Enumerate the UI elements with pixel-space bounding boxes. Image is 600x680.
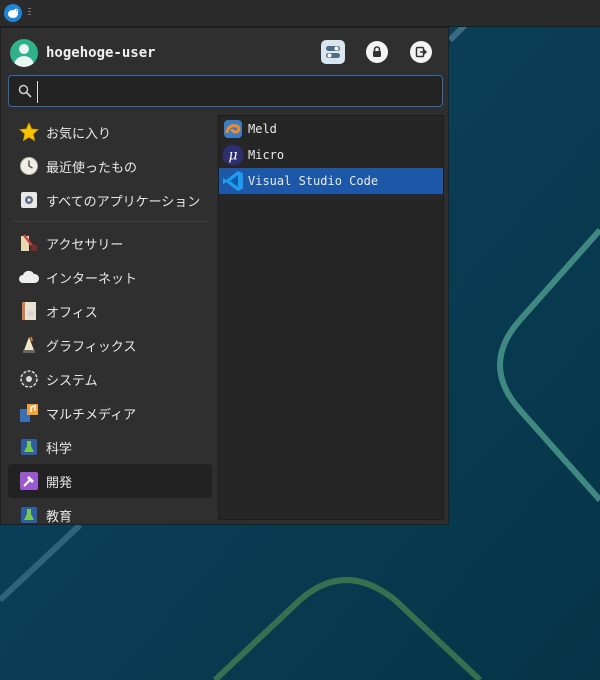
category-label: 科学: [46, 441, 73, 457]
office-icon: [18, 300, 40, 322]
category-all-applications[interactable]: すべてのアプリケーション: [8, 183, 212, 217]
category-label: 最近使ったもの: [46, 160, 138, 176]
category-label: 教育: [46, 509, 73, 525]
vscode-icon: [222, 170, 244, 192]
whisker-menu-button[interactable]: [4, 4, 22, 22]
app-vscode[interactable]: Visual Studio Code: [219, 168, 443, 194]
category-label: オフィス: [46, 305, 98, 321]
category-list: お気に入り 最近使ったもの すべてのアプリケーション アクセサリー インターネッ…: [8, 115, 212, 532]
category-accessories[interactable]: アクセサリー: [8, 226, 212, 260]
meld-icon: [222, 118, 244, 140]
category-science[interactable]: 科学: [8, 430, 212, 464]
panel-handle[interactable]: [28, 8, 32, 18]
science-flask-icon: [18, 436, 40, 458]
clock-icon: [18, 155, 40, 177]
app-meld[interactable]: Meld: [219, 116, 443, 142]
category-label: インターネット: [46, 271, 138, 287]
lock-icon: [373, 46, 381, 57]
education-flask-icon: [18, 504, 40, 526]
category-recent[interactable]: 最近使ったもの: [8, 149, 212, 183]
category-multimedia[interactable]: マルチメディア: [8, 396, 212, 430]
category-separator: [12, 221, 208, 222]
system-gear-icon: [18, 368, 40, 390]
star-icon: [18, 121, 40, 143]
category-development[interactable]: 開発: [8, 464, 212, 498]
logout-icon: [415, 46, 427, 58]
category-favorites[interactable]: お気に入り: [8, 115, 212, 149]
category-internet[interactable]: インターネット: [8, 260, 212, 294]
avatar: [10, 39, 38, 67]
application-list: Meld μ Micro Visual Studio Code: [218, 115, 444, 520]
category-label: すべてのアプリケーション: [46, 194, 201, 210]
search-input[interactable]: [37, 81, 439, 103]
category-system[interactable]: システム: [8, 362, 212, 396]
category-label: 開発: [46, 475, 73, 491]
category-label: お気に入り: [46, 126, 112, 142]
settings-button[interactable]: [321, 40, 345, 64]
search-icon: [18, 84, 32, 98]
app-label: Meld: [248, 122, 277, 136]
app-label: Micro: [248, 148, 285, 162]
app-micro[interactable]: μ Micro: [219, 142, 443, 168]
multimedia-icon: [18, 402, 40, 424]
category-education[interactable]: 教育: [8, 498, 212, 532]
category-graphics[interactable]: グラフィックス: [8, 328, 212, 362]
category-label: グラフィックス: [46, 339, 137, 355]
user-info: hogehoge-user: [10, 38, 156, 68]
logout-button[interactable]: [409, 40, 433, 64]
micro-glyph: μ: [228, 148, 237, 164]
accessories-icon: [18, 232, 40, 254]
username: hogehoge-user: [46, 45, 156, 61]
development-hammer-icon: [18, 470, 40, 492]
graphics-icon: [18, 334, 40, 356]
settings-toggle-icon: [326, 46, 340, 58]
micro-mu-icon: μ: [222, 144, 244, 166]
category-label: システム: [46, 373, 98, 389]
category-label: マルチメディア: [46, 407, 137, 423]
xfce-mouse-icon: [8, 8, 19, 18]
all-apps-icon: [18, 189, 40, 211]
whisker-menu: hogehoge-user お気に入り 最近使ったもの すべてのアプリケーション…: [0, 27, 449, 525]
search-box[interactable]: [8, 75, 443, 107]
top-panel: [0, 0, 600, 27]
app-label: Visual Studio Code: [248, 174, 379, 188]
cloud-icon: [18, 266, 40, 288]
lock-screen-button[interactable]: [365, 40, 389, 64]
category-label: アクセサリー: [46, 237, 124, 253]
category-office[interactable]: オフィス: [8, 294, 212, 328]
